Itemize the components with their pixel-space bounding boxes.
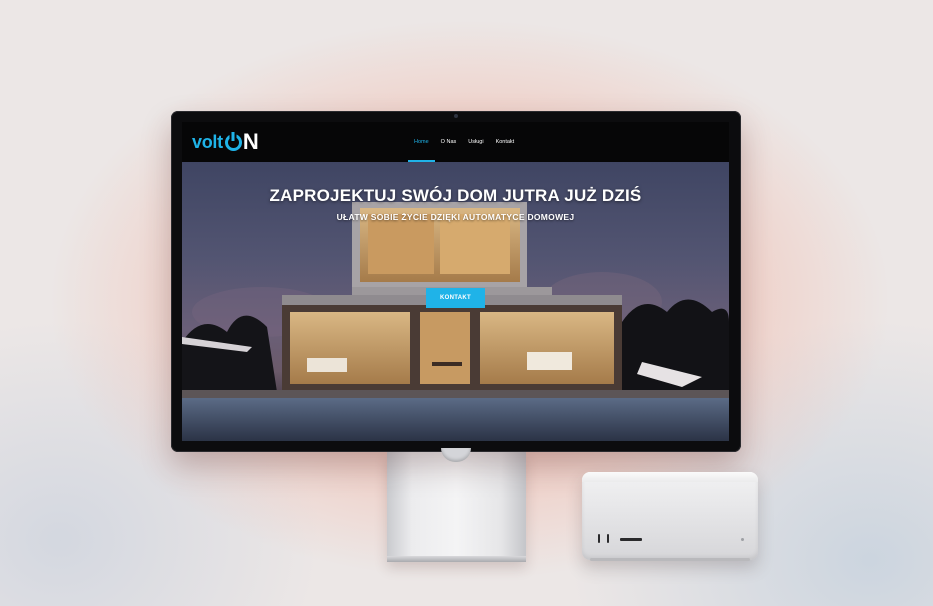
logo-n-text: N bbox=[242, 129, 259, 154]
website-screen: volt N Home O Nas Usługi Kontakt ZAPROJE… bbox=[182, 122, 729, 441]
mockup-scene: volt N Home O Nas Usługi Kontakt ZAPROJE… bbox=[0, 0, 933, 606]
nav-item-home[interactable]: Home bbox=[408, 122, 435, 162]
logo-volt-text: volt bbox=[192, 131, 223, 152]
logo-on: N bbox=[224, 129, 259, 154]
camera-icon bbox=[454, 114, 458, 118]
usb-port-icon bbox=[598, 534, 600, 543]
power-icon bbox=[224, 133, 242, 151]
nav-item-uslugi[interactable]: Usługi bbox=[462, 122, 489, 162]
site-logo[interactable]: volt N bbox=[192, 128, 259, 156]
mac-studio-top bbox=[582, 472, 758, 482]
nav-item-kontakt[interactable]: Kontakt bbox=[490, 122, 521, 162]
contact-button[interactable]: KONTAKT bbox=[426, 288, 485, 308]
hero-section: ZAPROJEKTUJ SWÓJ DOM JUTRA JUŻ DZIŚ UŁAT… bbox=[182, 162, 729, 441]
mac-studio-device bbox=[582, 472, 758, 560]
sd-card-slot-icon bbox=[620, 538, 642, 541]
usb-port-icon bbox=[607, 534, 609, 543]
mac-studio-foot bbox=[590, 558, 750, 561]
power-led-icon bbox=[741, 538, 744, 541]
studio-display: volt N Home O Nas Usługi Kontakt ZAPROJE… bbox=[171, 111, 741, 452]
hero-title: ZAPROJEKTUJ SWÓJ DOM JUTRA JUŻ DZIŚ bbox=[269, 186, 642, 205]
nav-item-o-nas[interactable]: O Nas bbox=[435, 122, 463, 162]
nav-menu: Home O Nas Usługi Kontakt bbox=[408, 122, 520, 162]
site-navbar: volt N Home O Nas Usługi Kontakt bbox=[182, 122, 729, 162]
monitor-stand bbox=[387, 452, 526, 562]
monitor-stand-base bbox=[387, 556, 526, 562]
hero-subtitle: UŁATW SOBIE ŻYCIE DZIĘKI AUTOMATYCE DOMO… bbox=[336, 212, 575, 222]
